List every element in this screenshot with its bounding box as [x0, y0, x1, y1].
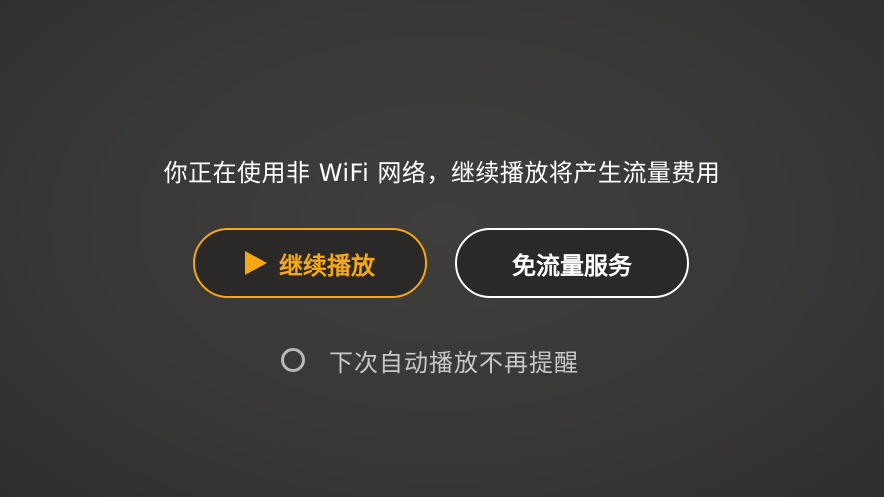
non-wifi-warning-message: 你正在使用非 WiFi 网络，继续播放将产生流量费用 — [163, 159, 721, 187]
video-overlay — [0, 0, 884, 497]
free-data-service-button[interactable]: 免流量服务 — [455, 228, 689, 298]
play-icon — [245, 251, 267, 275]
no-remind-toggle[interactable]: 下次自动播放不再提醒 — [281, 340, 579, 380]
continue-play-button[interactable]: 继续播放 — [193, 228, 427, 298]
free-data-service-label: 免流量服务 — [512, 251, 632, 280]
radio-circle-icon[interactable] — [281, 348, 305, 372]
continue-play-label: 继续播放 — [279, 251, 375, 280]
no-remind-label: 下次自动播放不再提醒 — [329, 348, 579, 377]
